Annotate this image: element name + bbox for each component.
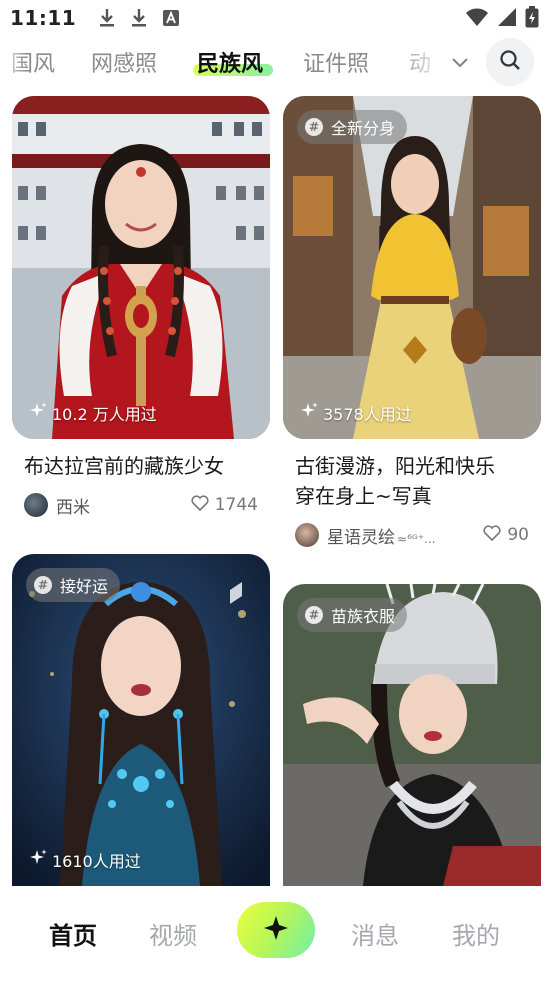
sparkle-icon: [30, 849, 48, 871]
tibetan-girl-photo: [12, 96, 270, 439]
author-name[interactable]: 星语灵绘 ≈⁶ᴳ⁺...: [327, 523, 483, 548]
like-button[interactable]: 90: [483, 524, 529, 546]
card-title-line2: 穿在身上~写真: [295, 484, 432, 508]
card-image[interactable]: 10.2 万人用过: [12, 96, 270, 439]
author-suffix: ⁶ᴳ⁺...: [407, 531, 436, 546]
card-image[interactable]: # 接好运 1610人用过: [12, 554, 270, 886]
nav-me[interactable]: 我的: [452, 916, 500, 951]
hash-icon: #: [34, 576, 52, 594]
card-tag: # 接好运: [26, 568, 121, 602]
card-meta: 星语灵绘 ≈⁶ᴳ⁺... 90: [283, 521, 541, 549]
sparkle-icon: [263, 915, 289, 945]
usage-text: 3578人用过: [323, 405, 412, 424]
tag-label: 全新分身: [331, 119, 396, 138]
old-street-girl-photo: [283, 96, 541, 439]
nav-video[interactable]: 视频: [149, 916, 197, 951]
card-meta: 西米 1744: [12, 491, 270, 519]
like-button[interactable]: 1744: [191, 494, 258, 516]
sparkle-icon: [30, 402, 48, 424]
status-time: 11:11: [10, 6, 77, 30]
feed-card[interactable]: # 苗族衣服: [283, 584, 541, 886]
bottom-nav: 首页 视频 消息 我的: [0, 886, 553, 984]
sparkle-icon: [301, 402, 319, 424]
tab-wanggan[interactable]: 网感照: [91, 46, 157, 78]
nav-messages[interactable]: 消息: [351, 916, 399, 951]
download-icon: [98, 8, 116, 28]
wifi-icon: [465, 7, 489, 27]
signal-icon: [497, 7, 517, 27]
feed-card[interactable]: # 接好运 1610人用过: [12, 554, 270, 886]
battery-icon: [525, 6, 539, 28]
avatar[interactable]: [24, 493, 48, 517]
search-button[interactable]: [486, 38, 534, 86]
usage-text: 1610人用过: [52, 852, 141, 871]
wifi-icon: ≈: [397, 531, 408, 546]
usage-count: 3578人用过: [301, 401, 412, 425]
tab-zhengjian[interactable]: 证件照: [303, 46, 369, 78]
download-icon: [130, 8, 148, 28]
heart-icon: [483, 524, 501, 546]
heart-icon: [191, 494, 209, 516]
chevron-down-icon[interactable]: [448, 50, 472, 74]
tab-minzu[interactable]: 民族风: [197, 46, 263, 78]
card-tag: # 全新分身: [297, 110, 408, 144]
lucky-girl-photo: [12, 554, 270, 886]
author-name[interactable]: 西米: [56, 493, 191, 518]
create-button[interactable]: [237, 902, 315, 958]
avatar[interactable]: [295, 523, 319, 547]
search-icon: [499, 49, 521, 75]
like-count: 90: [507, 525, 529, 545]
card-title[interactable]: 古街漫游，阳光和快乐 穿在身上~写真: [283, 439, 541, 511]
tag-label: 苗族衣服: [331, 607, 396, 626]
status-bar: 11:11: [0, 0, 553, 36]
nav-home[interactable]: 首页: [49, 916, 97, 951]
card-title-line1: 古街漫游，阳光和快乐: [295, 454, 495, 478]
a-icon: [162, 9, 180, 27]
card-image[interactable]: # 苗族衣服: [283, 584, 541, 886]
tag-label: 接好运: [60, 577, 109, 596]
hash-icon: #: [305, 118, 323, 136]
feed-card[interactable]: 10.2 万人用过 布达拉宫前的藏族少女 西米 1744: [12, 96, 270, 519]
usage-count: 10.2 万人用过: [30, 401, 157, 425]
usage-count: 1610人用过: [30, 848, 141, 872]
feed-card[interactable]: # 全新分身 3578人用过 古街漫游，阳光和快乐 穿在身上~写真 星语灵绘 ≈⁶…: [283, 96, 541, 549]
tabs-fade-left: [0, 40, 26, 86]
card-image[interactable]: # 全新分身 3578人用过: [283, 96, 541, 439]
usage-text: 10.2 万人用过: [52, 405, 157, 424]
author-name-text: 星语灵绘: [327, 527, 395, 548]
tabs-fade-right: [390, 40, 450, 86]
card-title[interactable]: 布达拉宫前的藏族少女: [12, 439, 270, 481]
hash-icon: #: [305, 606, 323, 624]
card-tag: # 苗族衣服: [297, 598, 408, 632]
like-count: 1744: [214, 495, 258, 515]
